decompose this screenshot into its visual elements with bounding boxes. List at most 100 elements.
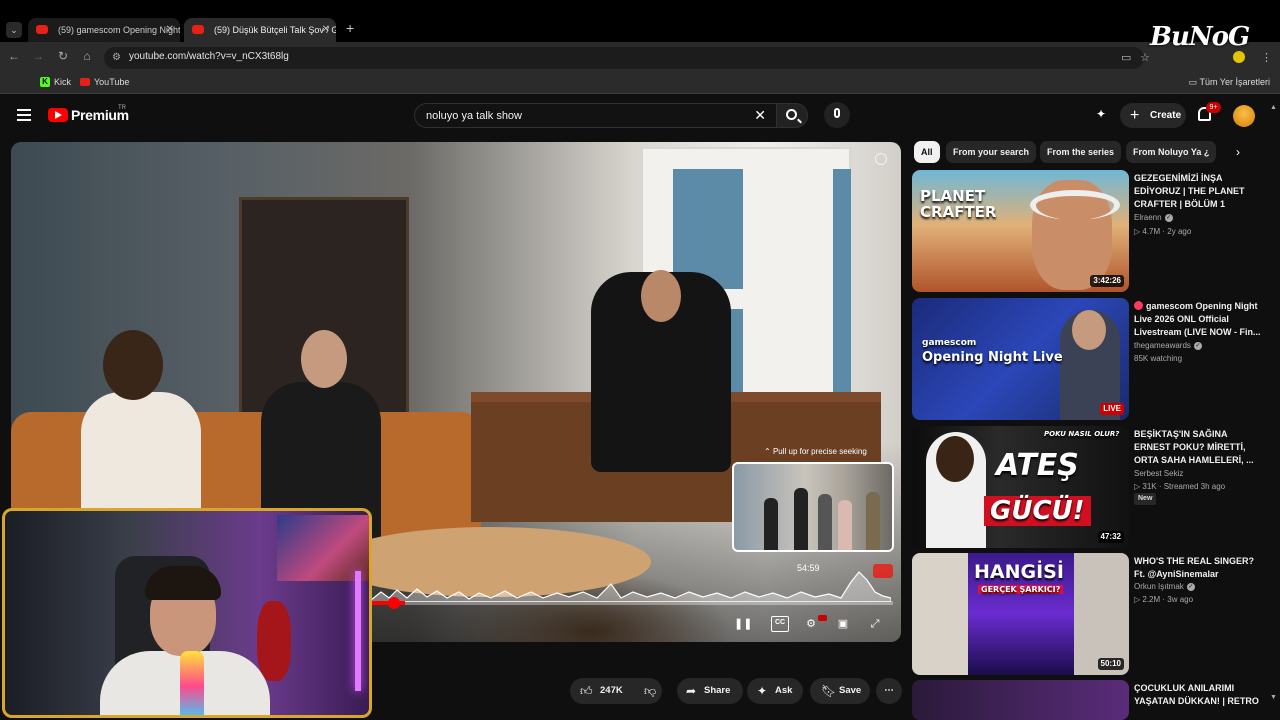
video-thumbnail[interactable]: HANGİSİ GERÇEK ŞARKICI? 50:10	[912, 553, 1129, 675]
sparkle-icon[interactable]: ✦	[1096, 107, 1110, 121]
scroll-down-arrow-icon[interactable]: ▼	[1270, 694, 1277, 701]
share-label: Share	[704, 685, 731, 696]
tab-search-icon[interactable]: ⌄	[6, 22, 22, 38]
account-avatar[interactable]	[1233, 105, 1255, 127]
tab-title: (59) Düşük Bütçeli Talk Şov / Gi	[214, 25, 336, 35]
verified-check-icon: ✓	[1193, 341, 1202, 350]
chip-from-your-search[interactable]: From your search	[946, 141, 1037, 163]
chip-all[interactable]: All	[914, 141, 940, 163]
thumbs-up-icon[interactable]: 👍︎	[580, 678, 593, 704]
miniplayer-icon[interactable]: ▣	[834, 616, 852, 632]
channel-name[interactable]: Orkun Işıtmak ✓	[1134, 582, 1195, 591]
channel-name[interactable]: Elraenn ✓	[1134, 213, 1173, 222]
browser-tab-talkshow[interactable]: (59) Düşük Bütçeli Talk Şov / Gi ✕	[184, 18, 336, 42]
like-dislike-group: 👍︎ 247K 👎︎	[570, 678, 662, 704]
search-button[interactable]	[776, 103, 808, 128]
voice-search-button[interactable]	[824, 102, 850, 128]
bookmark-star-icon[interactable]: ☆	[1140, 51, 1150, 64]
close-icon[interactable]: ✕	[322, 18, 330, 42]
video-meta: 85K watching	[1134, 354, 1183, 363]
chip-from-the-series[interactable]: From the series	[1040, 141, 1122, 163]
pause-icon[interactable]: ❚❚	[734, 616, 752, 632]
video-title[interactable]: WHO'S THE REAL SINGER? Ft. @AyniSinemala…	[1134, 555, 1264, 581]
channel-name[interactable]: Serbest Sekiz	[1134, 469, 1183, 478]
save-label: Save	[839, 685, 862, 696]
video-thumbnail[interactable]: POKU NASIL OLUR? ATEŞ GÜCÜ! 47:32	[912, 426, 1129, 548]
bookmark-icon: 🔖︎	[821, 684, 837, 698]
chip-from-channel[interactable]: From Noluyo Ya ¿	[1126, 141, 1217, 163]
close-icon[interactable]: ✕	[166, 18, 174, 42]
streamer-watermark-logo: BuNoG	[1150, 22, 1250, 52]
address-bar[interactable]: ⚙ youtube.com/watch?v=v_nCX3t68lg	[104, 47, 1144, 69]
search-query[interactable]: noluyo ya talk show	[426, 110, 522, 122]
channel-name[interactable]: thegameawards ✓	[1134, 341, 1202, 350]
reload-icon[interactable]: ↻	[55, 49, 71, 63]
scene-guest-2-head	[103, 330, 163, 400]
recommendation-item[interactable]: POKU NASIL OLUR? ATEŞ GÜCÜ! 47:32 BEŞİKT…	[912, 426, 1266, 548]
verified-check-icon: ✓	[1186, 582, 1195, 591]
thumbnail-subtext: GERÇEK ŞARKICI?	[978, 585, 1064, 594]
thumbs-down-icon[interactable]: 👎︎	[644, 678, 656, 704]
more-actions-button[interactable]: ⋯	[876, 678, 902, 704]
cast-screen-icon[interactable]: ▭	[1121, 51, 1131, 64]
browser-tab-gamescom[interactable]: (59) gamescom Opening Night ✕	[28, 18, 180, 42]
video-thumbnail[interactable]: gamescom Opening Night Live LIVE	[912, 298, 1129, 420]
guitar	[257, 601, 291, 681]
video-meta: ▷ 31K · Streamed 3h ago	[1134, 482, 1226, 491]
thumbnail-tag: POKU NASIL OLUR?	[1044, 430, 1120, 438]
video-thumbnail[interactable]: PLANET CRAFTER 3:42:26	[912, 170, 1129, 292]
share-button[interactable]: ➦ Share	[677, 678, 743, 704]
home-icon[interactable]: ⌂	[79, 49, 95, 63]
seek-preview-thumbnail	[732, 462, 894, 552]
youtube-logo-icon[interactable]	[48, 108, 68, 122]
video-duration: 3:42:26	[1090, 275, 1124, 287]
bookmark-kick[interactable]: K Kick	[40, 77, 71, 87]
profile-avatar-icon[interactable]	[1233, 51, 1245, 63]
browser-menu-icon[interactable]: ⋮	[1261, 51, 1272, 64]
like-count[interactable]: 247K	[600, 678, 623, 704]
channel-watermark-icon[interactable]	[873, 564, 893, 578]
thumbnail-text: HANGİSİ	[974, 561, 1064, 583]
video-title[interactable]: ÇOCUKLUK ANILARIMI YAŞATAN DÜKKAN! | RET…	[1134, 682, 1264, 708]
new-tab-plus-icon[interactable]: +	[346, 20, 354, 36]
video-title[interactable]: gamescom Opening Night Live 2026 ONL Off…	[1134, 300, 1264, 339]
recommendation-item[interactable]: gamescom Opening Night Live LIVE gamesco…	[912, 298, 1266, 420]
search-input[interactable]: noluyo ya talk show ✕	[414, 103, 776, 128]
tab-title: (59) gamescom Opening Night	[58, 25, 180, 35]
url-text[interactable]: youtube.com/watch?v=v_nCX3t68lg	[129, 51, 289, 62]
forward-arrow-icon[interactable]: →	[30, 49, 46, 63]
info-icon[interactable]	[875, 153, 887, 165]
scroll-up-arrow-icon[interactable]: ▲	[1270, 104, 1277, 111]
save-button[interactable]: 🔖︎ Save	[810, 678, 870, 704]
rgb-microphone	[180, 651, 204, 715]
create-button[interactable]: + Create	[1120, 103, 1186, 128]
video-title[interactable]: GEZEGENİMİZİ İNŞA EDİYORUZ | THE PLANET …	[1134, 172, 1264, 211]
heatmap-waveform	[371, 571, 891, 602]
search-icon	[786, 109, 797, 120]
clear-search-icon[interactable]: ✕	[754, 107, 766, 124]
back-arrow-icon[interactable]: ←	[6, 49, 22, 63]
site-info-icon[interactable]: ⚙	[112, 52, 124, 64]
neon-light	[355, 571, 361, 691]
scrubber-handle[interactable]	[388, 597, 400, 609]
sparkle-icon: ✦	[757, 684, 768, 698]
seek-hint: ⌃ Pull up for precise seeking	[764, 447, 867, 456]
bookmark-label: Kick	[54, 77, 72, 87]
kick-icon: K	[40, 77, 50, 87]
youtube-icon	[80, 78, 90, 86]
bookmark-youtube[interactable]: YouTube	[80, 77, 129, 87]
captions-button[interactable]: CC	[771, 616, 789, 632]
video-duration: 47:32	[1097, 531, 1124, 543]
recommendation-item[interactable]: PLANET CRAFTER 3:42:26 GEZEGENİMİZİ İNŞA…	[912, 170, 1266, 292]
all-bookmarks-folder[interactable]: ▭ Tüm Yer İşaretleri	[1189, 77, 1270, 88]
chevron-right-icon[interactable]: ›	[1236, 145, 1240, 159]
ask-button[interactable]: ✦ Ask	[747, 678, 803, 704]
hamburger-menu-icon[interactable]	[17, 109, 31, 121]
video-thumbnail[interactable]	[912, 680, 1129, 720]
recommendation-item[interactable]: ÇOCUKLUK ANILARIMI YAŞATAN DÜKKAN! | RET…	[912, 680, 1266, 720]
video-title[interactable]: BEŞİKTAŞ'IN SAĞINA ERNEST POKU? MİRETTİ,…	[1134, 428, 1264, 467]
scene-guest-head	[301, 330, 347, 388]
recommendation-item[interactable]: HANGİSİ GERÇEK ŞARKICI? 50:10 WHO'S THE …	[912, 553, 1266, 675]
streamer-webcam-overlay	[2, 508, 372, 718]
fullscreen-icon[interactable]: ⤢	[866, 616, 884, 632]
